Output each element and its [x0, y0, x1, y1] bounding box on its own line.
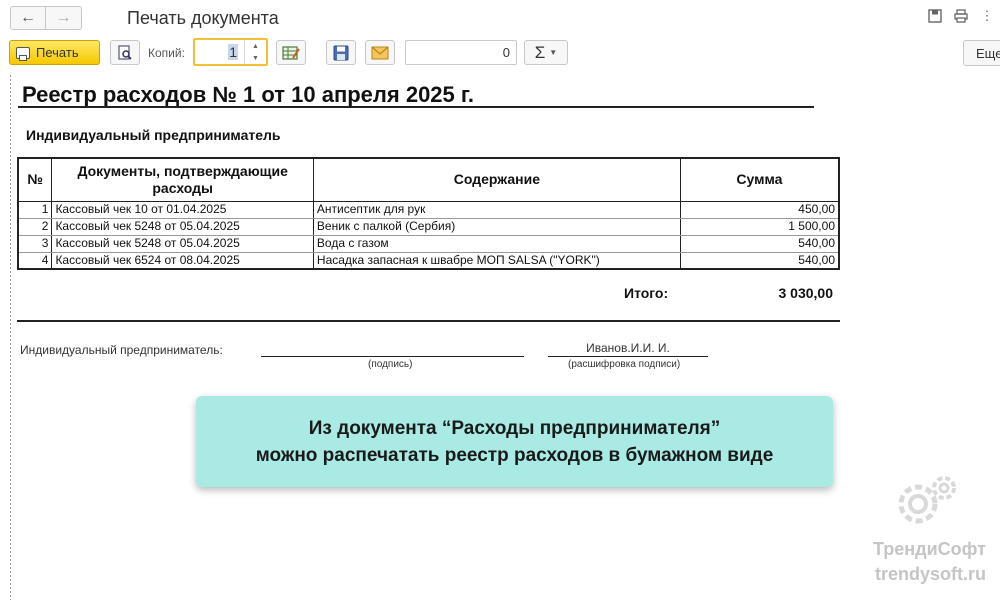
row-content: Антисептик для рук — [312, 201, 681, 219]
preview-button[interactable] — [110, 40, 140, 65]
name-caption: (расшифровка подписи) — [568, 359, 681, 370]
chevron-down-icon: ▼ — [549, 48, 558, 57]
sum-dropdown-button[interactable]: Σ ▼ — [524, 40, 568, 65]
print-button[interactable]: Печать — [9, 40, 100, 65]
col-sum-header: Сумма — [679, 157, 840, 202]
signature-caption: (подпись) — [368, 359, 413, 370]
title-divider — [18, 106, 814, 108]
copies-label: Копий: — [148, 46, 185, 60]
signature-line — [261, 356, 524, 357]
window-title: Печать документа — [127, 8, 279, 28]
spin-down-icon[interactable]: ▼ — [252, 55, 259, 62]
print-button-label: Печать — [36, 45, 79, 60]
toolbar: Печать Копий: 1 ▲ ▼ 0 Σ ▼ Еще — [0, 37, 1000, 69]
watermark: ТрендиСофт trendysoft.ru — [873, 537, 986, 587]
save-icon[interactable] — [928, 9, 942, 23]
row-content: Вода с газом — [312, 235, 681, 253]
watermark-brand: ТрендиСофт — [872, 539, 986, 559]
page-edge — [10, 75, 11, 600]
menu-dots-icon[interactable]: ⋮ — [980, 9, 994, 23]
table-row: 1 Кассовый чек 10 от 01.04.2025 Антисепт… — [17, 201, 840, 219]
row-document: Кассовый чек 10 от 01.04.2025 — [51, 201, 314, 219]
table-row: 2 Кассовый чек 5248 от 05.04.2025 Веник … — [17, 218, 840, 236]
copies-spinner[interactable]: ▲ ▼ — [244, 40, 266, 64]
back-arrow-icon[interactable]: ← — [10, 6, 46, 30]
col-number-header: № — [17, 157, 53, 202]
table-header-row: № Документы, подтверждающие расходы Соде… — [17, 157, 840, 202]
expense-register-table: № Документы, подтверждающие расходы Соде… — [17, 157, 840, 270]
more-button[interactable]: Еще — [963, 40, 1000, 66]
row-number: 4 — [17, 252, 53, 270]
row-content: Веник с палкой (Сербия) — [312, 218, 681, 236]
organization-name: Индивидуальный предприниматель — [26, 127, 281, 143]
table-row: 4 Кассовый чек 6524 от 08.04.2025 Насадк… — [17, 252, 840, 270]
floppy-icon — [333, 45, 349, 60]
preview-icon — [118, 44, 132, 60]
signature-role: Индивидуальный предприниматель: — [20, 343, 223, 357]
row-sum: 450,00 — [679, 201, 840, 219]
copies-input[interactable]: 1 ▲ ▼ — [193, 38, 268, 66]
gear-logo-icon — [898, 476, 956, 524]
row-document: Кассовый чек 6524 от 08.04.2025 — [51, 252, 314, 270]
send-email-button[interactable] — [365, 40, 395, 65]
spin-up-icon[interactable]: ▲ — [252, 43, 259, 50]
row-sum: 540,00 — [679, 235, 840, 253]
info-callout: Из документа “Расходы предпринимателя” м… — [196, 396, 833, 487]
print-icon[interactable] — [954, 9, 968, 23]
col-documents-header: Документы, подтверждающие расходы — [51, 157, 314, 202]
col-content-header: Содержание — [312, 157, 681, 202]
total-label: Итого: — [624, 285, 669, 301]
document-area: Реестр расходов № 1 от 10 апреля 2025 г.… — [0, 75, 1000, 600]
callout-line-2: можно распечатать реестр расходов в бума… — [255, 444, 774, 466]
envelope-icon — [371, 46, 389, 59]
table-row: 3 Кассовый чек 5248 от 05.04.2025 Вода с… — [17, 235, 840, 253]
table-edit-icon — [282, 45, 300, 60]
printer-icon — [16, 46, 30, 61]
row-number: 2 — [17, 218, 53, 236]
signer-name: Иванов.И.И. И. — [586, 341, 670, 355]
watermark-site: trendysoft.ru — [874, 564, 986, 584]
sum-value-field[interactable]: 0 — [405, 40, 517, 65]
name-line — [548, 356, 708, 357]
total-value: 3 030,00 — [778, 285, 834, 301]
row-sum: 1 500,00 — [679, 218, 840, 236]
row-number: 3 — [17, 235, 53, 253]
edit-table-button[interactable] — [276, 40, 306, 65]
save-file-button[interactable] — [326, 40, 356, 65]
sigma-icon: Σ — [534, 42, 546, 62]
callout-line-1: Из документа “Расходы предпринимателя” — [308, 417, 721, 439]
row-number: 1 — [17, 201, 53, 219]
navigation-buttons: ← → — [10, 6, 82, 30]
forward-arrow-icon[interactable]: → — [46, 6, 82, 30]
signature-divider — [17, 320, 840, 322]
row-document: Кассовый чек 5248 от 05.04.2025 — [51, 218, 314, 236]
row-document: Кассовый чек 5248 от 05.04.2025 — [51, 235, 314, 253]
copies-value: 1 — [228, 44, 238, 60]
row-sum: 540,00 — [679, 252, 840, 270]
document-title: Реестр расходов № 1 от 10 апреля 2025 г. — [22, 82, 474, 107]
window-actions: ⋮ — [928, 9, 994, 23]
row-content: Насадка запасная к швабре МОП SALSA ("YO… — [312, 252, 681, 270]
